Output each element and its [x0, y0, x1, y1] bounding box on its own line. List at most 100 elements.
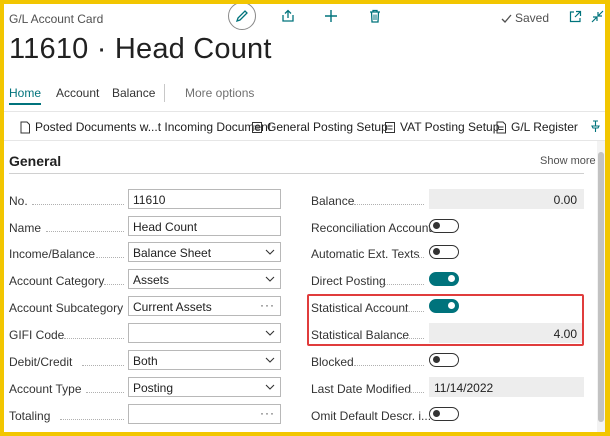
reconciliation-account-toggle[interactable]: [429, 219, 459, 233]
balance-value: 0.00: [429, 189, 584, 209]
section-divider: [9, 173, 584, 174]
account-category-label: Account Category: [9, 274, 105, 288]
lookup-ellipsis-icon[interactable]: ···: [260, 298, 275, 312]
gl-account-card-window: G/L Account Card Saved 11610 · Head Coun…: [4, 4, 605, 432]
new-button[interactable]: [322, 7, 340, 25]
no-label: No.: [9, 194, 28, 208]
toggle-knob: [433, 222, 440, 229]
totaling-label: Totaling: [9, 409, 51, 423]
name-field[interactable]: Head Count: [128, 216, 281, 236]
blocked-label: Blocked: [311, 355, 354, 369]
chevron-down-icon: [265, 276, 275, 282]
gifi-code-select[interactable]: [128, 323, 281, 343]
account-subcategory-label: Account Subcategory: [9, 301, 124, 315]
chevron-down-icon: [265, 357, 275, 363]
setup-icon: [252, 121, 262, 133]
no-field[interactable]: 11610: [128, 189, 281, 209]
totaling-field[interactable]: ···: [128, 404, 281, 424]
share-icon: [282, 9, 294, 22]
tab-account[interactable]: Account: [56, 86, 99, 100]
collapse-icon: [591, 10, 603, 22]
saved-status: Saved: [501, 11, 549, 25]
nav-tabs: Home Account Balance More options: [4, 84, 605, 106]
general-section-title[interactable]: General: [9, 153, 61, 169]
gl-register-label: G/L Register: [511, 120, 578, 134]
account-type-select[interactable]: Posting: [128, 377, 281, 397]
income-balance-select[interactable]: Balance Sheet: [128, 242, 281, 262]
general-posting-setup-label: General Posting Setup: [267, 120, 388, 134]
omit-default-descr-toggle[interactable]: [429, 407, 459, 421]
page-title: 11610 · Head Count: [9, 33, 272, 65]
document-icon: [20, 121, 30, 133]
income-balance-label: Income/Balance: [9, 247, 96, 261]
nav-divider: [164, 84, 165, 102]
action-bar: Posted Documents w...t Incoming Document…: [4, 111, 605, 141]
open-in-new-window-icon: [569, 10, 581, 22]
toggle-knob: [448, 275, 455, 282]
setup-icon: [385, 121, 395, 133]
vat-posting-setup-label: VAT Posting Setup: [400, 120, 500, 134]
general-posting-setup-action[interactable]: General Posting Setup: [251, 120, 388, 134]
automatic-ext-texts-label: Automatic Ext. Texts: [311, 247, 420, 261]
last-date-modified-label: Last Date Modified: [311, 382, 412, 396]
account-category-select[interactable]: Assets: [128, 269, 281, 289]
leader-dots: [46, 231, 124, 232]
saved-label: Saved: [515, 11, 550, 25]
share-button[interactable]: [279, 7, 297, 25]
chevron-down-icon: [265, 384, 275, 390]
leader-dots: [60, 419, 124, 420]
leader-dots: [64, 338, 124, 339]
gl-register-action[interactable]: G/L Register: [495, 120, 578, 134]
leader-dots: [408, 257, 424, 258]
leader-dots: [382, 284, 424, 285]
scrollbar-thumb[interactable]: [598, 152, 604, 422]
pin-icon[interactable]: [589, 120, 601, 133]
blocked-toggle[interactable]: [429, 353, 459, 367]
lookup-ellipsis-icon[interactable]: ···: [260, 406, 275, 420]
balance-label: Balance: [311, 194, 355, 208]
toggle-knob: [433, 410, 440, 417]
leader-dots: [96, 257, 124, 258]
tab-balance[interactable]: Balance: [112, 86, 155, 100]
chevron-down-icon: [265, 249, 275, 255]
general-fasttab: General Show more No. 11610 Name Head Co…: [4, 145, 596, 432]
leader-dots: [32, 204, 124, 205]
debit-credit-select[interactable]: Both: [128, 350, 281, 370]
open-new-window-button[interactable]: [566, 7, 584, 25]
tab-more-options[interactable]: More options: [185, 86, 254, 100]
chevron-down-icon: [265, 330, 275, 336]
tab-home[interactable]: Home: [9, 86, 42, 105]
last-date-modified-value: 11/14/2022: [429, 377, 584, 397]
direct-posting-toggle[interactable]: [429, 272, 459, 286]
top-bar: G/L Account Card Saved: [4, 4, 605, 36]
leader-dots: [82, 365, 124, 366]
account-type-value: Posting: [133, 381, 174, 395]
posted-documents-action[interactable]: Posted Documents w...t Incoming Document: [19, 120, 271, 134]
account-subcategory-value: Current Assets: [133, 300, 212, 314]
edit-button[interactable]: [228, 4, 256, 30]
debit-credit-label: Debit/Credit: [9, 355, 73, 369]
automatic-ext-texts-toggle[interactable]: [429, 245, 459, 259]
toggle-knob: [433, 356, 440, 363]
show-more-link[interactable]: Show more: [540, 155, 596, 167]
debit-credit-value: Both: [133, 354, 158, 368]
trash-icon: [370, 9, 380, 23]
delete-button[interactable]: [366, 7, 384, 25]
plus-icon: [325, 10, 337, 22]
highlight-box: [307, 294, 584, 346]
collapse-button[interactable]: [588, 7, 605, 25]
checkmark-icon: [501, 14, 512, 23]
vat-posting-setup-action[interactable]: VAT Posting Setup: [384, 120, 499, 134]
direct-posting-label: Direct Posting: [311, 274, 386, 288]
leader-dots: [354, 204, 424, 205]
account-subcategory-field[interactable]: Current Assets ···: [128, 296, 281, 316]
reconciliation-account-label: Reconciliation Account: [311, 221, 432, 235]
name-label: Name: [9, 221, 42, 235]
leader-dots: [406, 392, 424, 393]
leader-dots: [104, 284, 124, 285]
card-type-label: G/L Account Card: [9, 12, 104, 26]
account-type-label: Account Type: [9, 382, 82, 396]
gifi-code-label: GIFI Code: [9, 328, 65, 342]
leader-dots: [86, 392, 124, 393]
register-icon: [496, 121, 506, 133]
